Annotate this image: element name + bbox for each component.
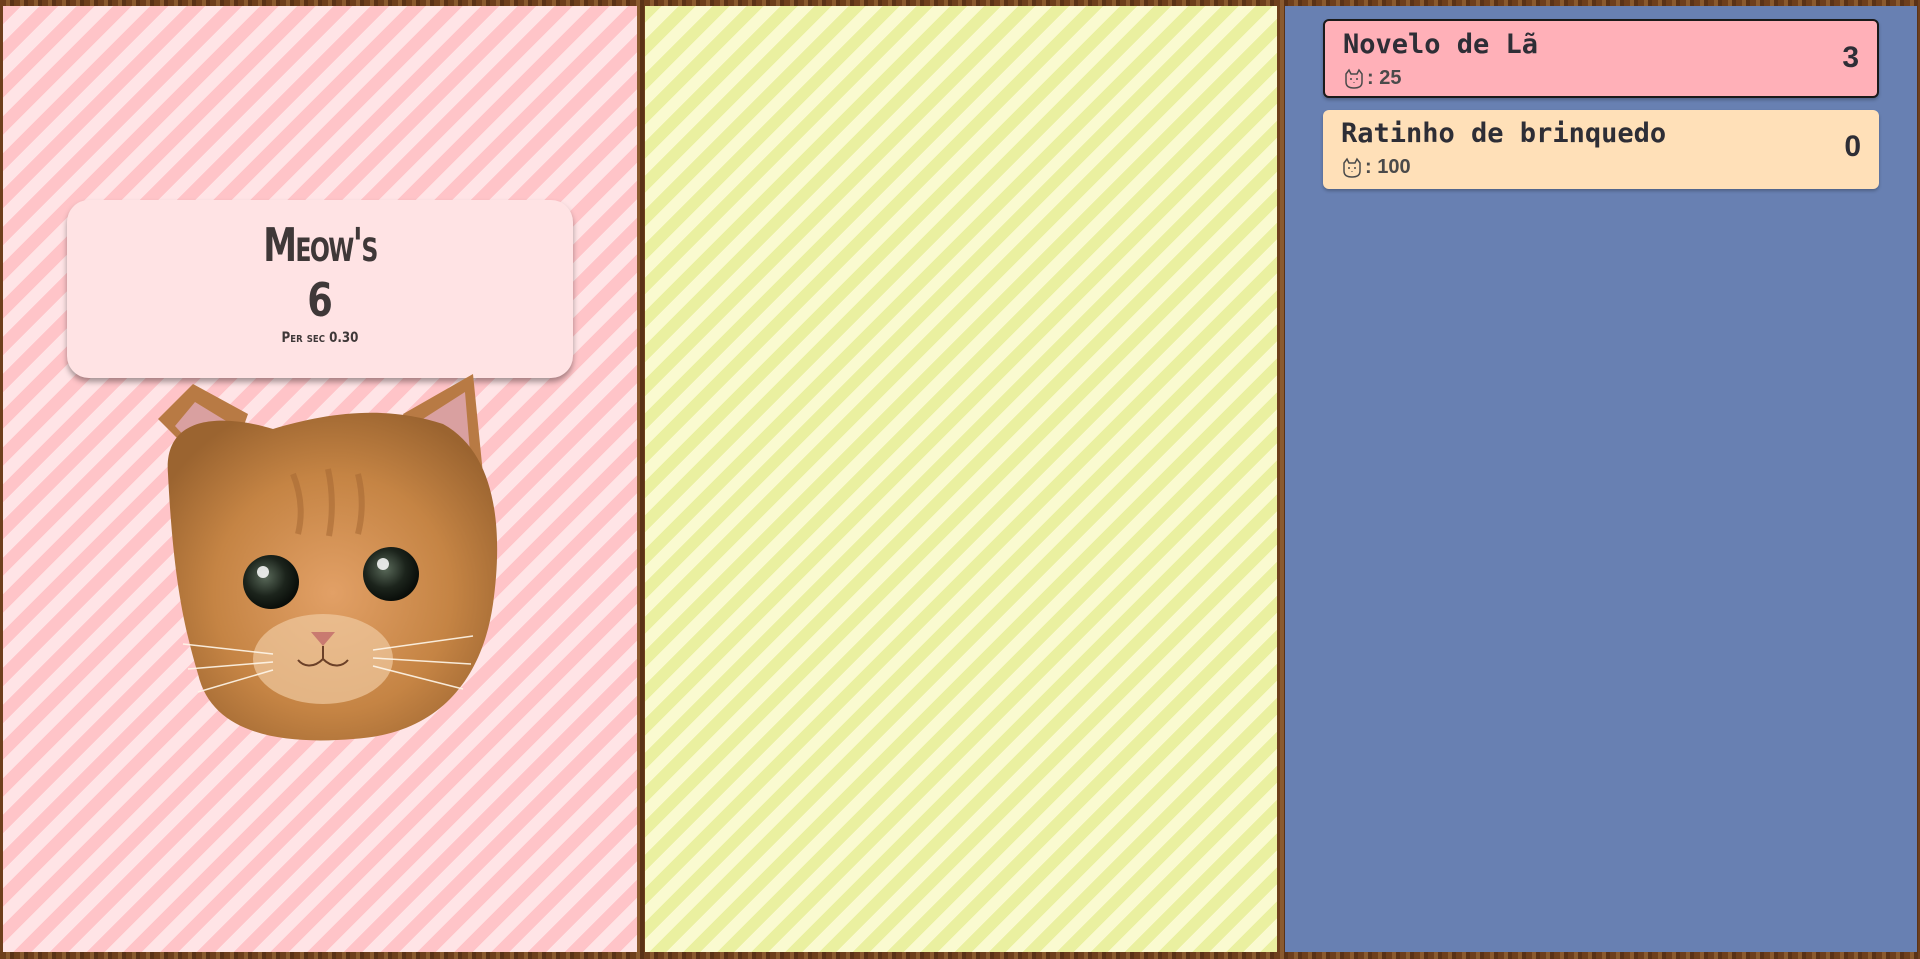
shop-item-name: Novelo de Lã xyxy=(1343,29,1539,60)
score-title: Meow's xyxy=(263,218,378,272)
cat-click-button[interactable] xyxy=(153,374,513,754)
shop-item-owned-count: 0 xyxy=(1844,130,1861,163)
cat-coin-icon xyxy=(1343,157,1361,178)
shop-panel: Novelo de Lã : 25 3 Ratinho de brinquedo… xyxy=(1285,6,1917,952)
upgrades-panel xyxy=(645,6,1277,952)
score-card: Meow's 6 Per sec 0.30 xyxy=(67,200,573,378)
shop-item-price: : 25 xyxy=(1343,67,1401,90)
shop-item-owned-count: 3 xyxy=(1842,41,1859,74)
per-second-rate: Per sec 0.30 xyxy=(281,330,359,346)
score-value: 6 xyxy=(307,273,333,327)
shop-item-price: : 100 xyxy=(1341,156,1411,179)
shop-item-ratinho[interactable]: Ratinho de brinquedo : 100 0 xyxy=(1323,110,1879,189)
clicker-panel: Meow's 6 Per sec 0.30 xyxy=(3,6,637,952)
cat-face-icon[interactable] xyxy=(153,374,513,754)
cat-coin-icon xyxy=(1345,68,1363,89)
shop-item-name: Ratinho de brinquedo xyxy=(1341,118,1667,149)
shop-item-novelo[interactable]: Novelo de Lã : 25 3 xyxy=(1323,19,1879,98)
